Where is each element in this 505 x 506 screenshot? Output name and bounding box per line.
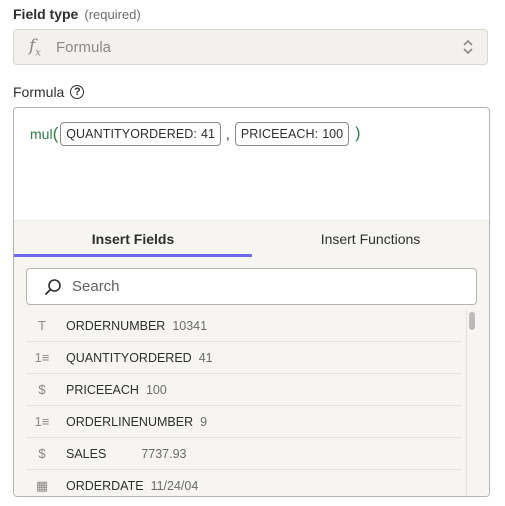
formula-expression[interactable]: mul ( QUANTITYORDERED: 41 , PRICEEACH: 1… [30, 122, 360, 146]
field-type-select[interactable]: fx Formula [13, 29, 488, 65]
required-hint: (required) [84, 7, 141, 22]
number-icon: 1≡ [34, 350, 50, 365]
list-item[interactable]: $ PRICEEACH 100 [26, 374, 462, 406]
fx-icon: fx [29, 35, 41, 59]
field-name: QUANTITYORDERED [66, 350, 192, 365]
dollar-icon: $ [38, 446, 46, 461]
formula-editor[interactable]: mul ( QUANTITYORDERED: 41 , PRICEEACH: 1… [13, 107, 490, 497]
field-value: 41 [198, 350, 213, 365]
field-type-label: Field type [13, 6, 79, 22]
formula-arg-pill[interactable]: PRICEEACH: 100 [234, 122, 350, 146]
formula-arg-pill[interactable]: QUANTITYORDERED: 41 [60, 122, 221, 146]
arg-value: 100 [322, 127, 344, 141]
tab-insert-fields[interactable]: Insert Fields [14, 221, 252, 257]
fields-list: T ORDERNUMBER 10341 1≡ QUANTITYORDERED 4… [26, 310, 462, 496]
field-name: SALES [66, 446, 107, 461]
insert-panel: Insert Fields Insert Functions T ORDERNU… [14, 220, 489, 496]
text-icon: T [38, 318, 46, 333]
function-name: mul [30, 126, 53, 142]
close-paren: ) [355, 125, 361, 142]
formula-label-row: Formula ? [13, 84, 85, 100]
dollar-icon: $ [38, 382, 46, 397]
active-tab-indicator [14, 254, 252, 257]
arg-value: 41 [201, 127, 215, 141]
list-item[interactable]: $ SALES 7737.93 [26, 438, 462, 470]
arg-key: QUANTITYORDERED: [66, 127, 198, 141]
help-icon[interactable]: ? [70, 85, 85, 99]
field-type-value: Formula [56, 38, 112, 56]
field-name: ORDERDATE [66, 478, 144, 493]
chevron-updown-icon [463, 39, 473, 55]
list-item[interactable]: 1≡ QUANTITYORDERED 41 [26, 342, 462, 374]
tab-insert-functions[interactable]: Insert Functions [252, 221, 489, 257]
field-value: 11/24/04 [150, 478, 199, 493]
calendar-icon: ▦ [35, 477, 49, 493]
list-item[interactable]: ▦ ORDERDATE 11/24/04 [26, 470, 462, 496]
arg-separator: , [225, 126, 230, 142]
number-icon: 1≡ [34, 414, 50, 429]
field-value: 100 [145, 382, 167, 397]
scrollbar-thumb[interactable] [469, 312, 475, 330]
field-name: ORDERNUMBER [66, 318, 166, 333]
field-value: 10341 [172, 318, 208, 333]
insert-tabs: Insert Fields Insert Functions [14, 221, 489, 257]
field-name: PRICEEACH [66, 382, 139, 397]
search-input[interactable] [70, 277, 434, 296]
field-name: ORDERLINENUMBER [66, 414, 194, 429]
list-item[interactable]: 1≡ ORDERLINENUMBER 9 [26, 406, 462, 438]
scrollbar[interactable] [466, 310, 477, 496]
field-value: 7737.93 [141, 446, 187, 461]
formula-label: Formula [13, 84, 65, 100]
open-paren: ( [52, 124, 59, 143]
search-icon [45, 278, 61, 295]
field-type-label-row: Field type (required) [13, 6, 141, 22]
arg-key: PRICEEACH: [240, 127, 319, 141]
list-item[interactable]: T ORDERNUMBER 10341 [26, 310, 462, 342]
field-value: 9 [200, 414, 208, 429]
search-field[interactable] [26, 268, 477, 305]
